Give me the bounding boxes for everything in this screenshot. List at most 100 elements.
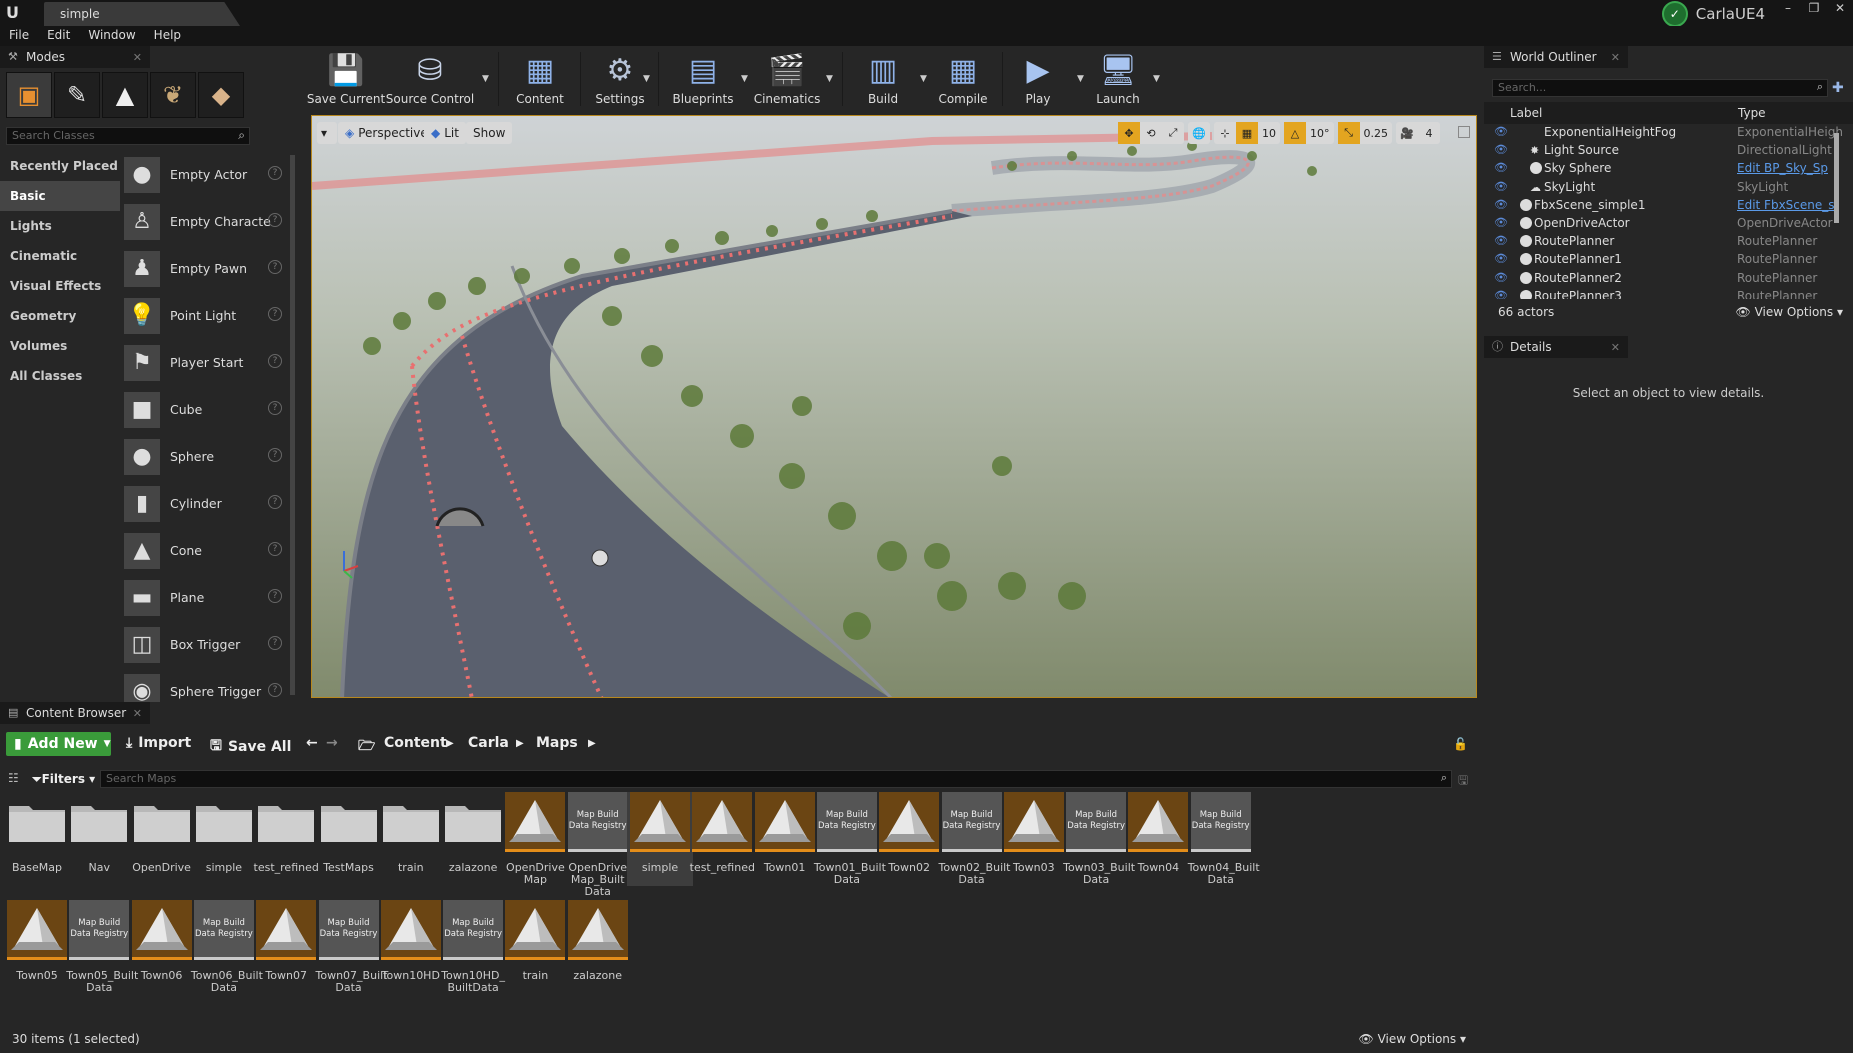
asset-map[interactable]: simple: [627, 792, 693, 886]
asset-map[interactable]: Town06: [129, 900, 195, 994]
help-icon[interactable]: ?: [268, 354, 282, 368]
asset-build-data[interactable]: Map Build Data Registry Town03_Built Data: [1063, 792, 1135, 886]
outliner-row[interactable]: 👁 OpenDriveActor OpenDriveActor: [1484, 215, 1853, 233]
help-icon[interactable]: ?: [268, 166, 282, 180]
help-icon[interactable]: ?: [268, 636, 282, 650]
paint-mode-icon[interactable]: ✎: [54, 72, 100, 118]
asset-map[interactable]: Town02: [876, 792, 942, 886]
asset-build-data[interactable]: Map Build Data Registry Town05_Built Data: [66, 900, 138, 994]
viewport-options-button[interactable]: ▾: [317, 122, 337, 144]
camera-speed-value[interactable]: 4: [1418, 122, 1440, 144]
search-classes-input[interactable]: Search Classes ⌕: [6, 127, 250, 145]
eye-icon[interactable]: 👁: [1494, 126, 1508, 137]
outliner-row[interactable]: 👁 ✸ Light Source DirectionalLight: [1484, 142, 1853, 160]
translate-mode-icon[interactable]: ✥: [1118, 122, 1140, 144]
class-point-light[interactable]: 💡 Point Light?: [124, 292, 288, 339]
category-geometry[interactable]: Geometry: [0, 301, 120, 331]
maximize-viewport-icon[interactable]: [1458, 126, 1470, 138]
asset-build-data[interactable]: Map Build Data Registry Town04_Built Data: [1188, 792, 1260, 886]
class-cylinder[interactable]: ▮ Cylinder?: [124, 480, 288, 527]
asset-build-data[interactable]: Map Build Data Registry Town10HD_ BuiltDa…: [440, 900, 506, 994]
world-outliner-tab[interactable]: ☰ World Outliner ✕: [1484, 46, 1628, 68]
place-mode-icon[interactable]: ▣: [6, 72, 52, 118]
breadcrumb-separator-icon[interactable]: ▶: [588, 738, 596, 749]
content-button[interactable]: ▦ Content: [510, 46, 570, 112]
grid-snap-icon[interactable]: ▦: [1236, 122, 1258, 144]
geometry-mode-icon[interactable]: ◆: [198, 72, 244, 118]
viewport-scene[interactable]: [312, 116, 1477, 698]
category-visual-effects[interactable]: Visual Effects: [0, 271, 120, 301]
asset-map[interactable]: Town03: [1001, 792, 1067, 886]
eye-icon[interactable]: 👁: [1494, 199, 1508, 210]
category-cinematic[interactable]: Cinematic: [0, 241, 120, 271]
filters-button[interactable]: ⏷Filters ▾: [32, 772, 95, 787]
help-icon[interactable]: ?: [268, 448, 282, 462]
asset-map[interactable]: zalazone: [565, 900, 631, 994]
class-empty-character[interactable]: ♙ Empty Characte?: [124, 198, 288, 245]
close-tab-icon[interactable]: ✕: [133, 51, 142, 64]
class-plane[interactable]: ▬ Plane?: [124, 574, 288, 621]
breadcrumb-content[interactable]: Content: [384, 735, 447, 751]
search-maps-input[interactable]: Search Maps ⌕: [100, 770, 1452, 788]
folder-icon[interactable]: 🗁: [358, 735, 375, 759]
minimize-button[interactable]: –: [1775, 0, 1801, 18]
save-all-button[interactable]: 🖫 Save All: [210, 735, 291, 759]
edit-blueprint-link[interactable]: Edit BP_Sky_Sp: [1737, 161, 1847, 175]
lock-icon[interactable]: 🔓: [1453, 737, 1468, 751]
asset-map[interactable]: OpenDrive Map: [502, 792, 568, 886]
class-list-scrollbar[interactable]: [290, 155, 295, 695]
view-options-button[interactable]: 👁 View Options ▾: [1736, 305, 1844, 319]
eye-icon[interactable]: 👁: [1494, 181, 1508, 192]
rotation-snap-icon[interactable]: △: [1284, 122, 1306, 144]
eye-icon[interactable]: 👁: [1494, 253, 1508, 264]
help-icon[interactable]: ?: [268, 213, 282, 227]
asset-build-data[interactable]: Map Build Data Registry Town07_Built Data: [316, 900, 388, 994]
blueprints-button[interactable]: ▤ Blueprints: [670, 46, 736, 112]
maximize-button[interactable]: ❐: [1801, 0, 1827, 18]
outliner-row[interactable]: 👁 RoutePlanner3 RoutePlanner: [1484, 288, 1853, 299]
outliner-row[interactable]: 👁 RoutePlanner2 RoutePlanner: [1484, 270, 1853, 288]
chevron-down-icon[interactable]: ▼: [826, 74, 833, 84]
asset-build-data[interactable]: Map Build Data Registry OpenDrive Map_Bui…: [565, 792, 631, 898]
outliner-row[interactable]: 👁 ☁ SkyLight SkyLight: [1484, 179, 1853, 197]
chevron-down-icon[interactable]: ▼: [482, 74, 489, 84]
launch-button[interactable]: 🖥 Launch: [1090, 46, 1146, 112]
class-box-trigger[interactable]: ◫ Box Trigger?: [124, 621, 288, 668]
view-options-button[interactable]: 👁 View Options ▾: [1359, 1032, 1467, 1046]
asset-build-data[interactable]: Map Build Data Registry Town01_Built Data: [814, 792, 886, 886]
source-control-button[interactable]: ⛁ Source Control: [386, 46, 474, 112]
help-icon[interactable]: ?: [268, 542, 282, 556]
sources-panel-icon[interactable]: ☷: [8, 771, 19, 785]
help-icon[interactable]: ?: [268, 401, 282, 415]
show-button[interactable]: Show: [466, 122, 513, 144]
category-volumes[interactable]: Volumes: [0, 331, 120, 361]
asset-folder[interactable]: zalazone: [440, 792, 506, 886]
eye-icon[interactable]: 👁: [1494, 162, 1508, 173]
scale-snap-value[interactable]: 0.25: [1360, 122, 1393, 144]
import-button[interactable]: ⤓ Import: [126, 735, 191, 751]
source-control-status-icon[interactable]: ✓: [1661, 1, 1688, 27]
help-icon[interactable]: ?: [268, 495, 282, 509]
type-column-header[interactable]: Type: [1738, 106, 1766, 120]
content-browser-tab[interactable]: ▤ Content Browser ✕: [0, 702, 150, 724]
play-button[interactable]: ▶ Play: [1010, 46, 1066, 112]
landscape-mode-icon[interactable]: ▲: [102, 72, 148, 118]
back-arrow-icon[interactable]: ←: [306, 735, 318, 751]
eye-icon[interactable]: 👁: [1494, 144, 1508, 155]
asset-map[interactable]: Town05: [4, 900, 70, 994]
class-empty-actor[interactable]: ● Empty Actor?: [124, 151, 288, 198]
chevron-down-icon[interactable]: ▼: [1153, 74, 1160, 84]
asset-folder[interactable]: Nav: [66, 792, 132, 886]
asset-build-data[interactable]: Map Build Data Registry Town02_Built Data: [939, 792, 1011, 886]
chevron-down-icon[interactable]: ▼: [1077, 74, 1084, 84]
asset-build-data[interactable]: Map Build Data Registry Town06_Built Data: [191, 900, 263, 994]
class-empty-pawn[interactable]: ♟ Empty Pawn?: [124, 245, 288, 292]
help-icon[interactable]: ?: [268, 589, 282, 603]
asset-map[interactable]: test_refined: [689, 792, 755, 886]
menu-window[interactable]: Window: [79, 26, 144, 46]
add-new-button[interactable]: ▮ Add New ▼: [6, 732, 111, 756]
surface-snap-icon[interactable]: ⊹: [1214, 122, 1236, 144]
asset-folder[interactable]: simple: [191, 792, 257, 886]
menu-file[interactable]: File: [0, 26, 38, 46]
menu-edit[interactable]: Edit: [38, 26, 79, 46]
